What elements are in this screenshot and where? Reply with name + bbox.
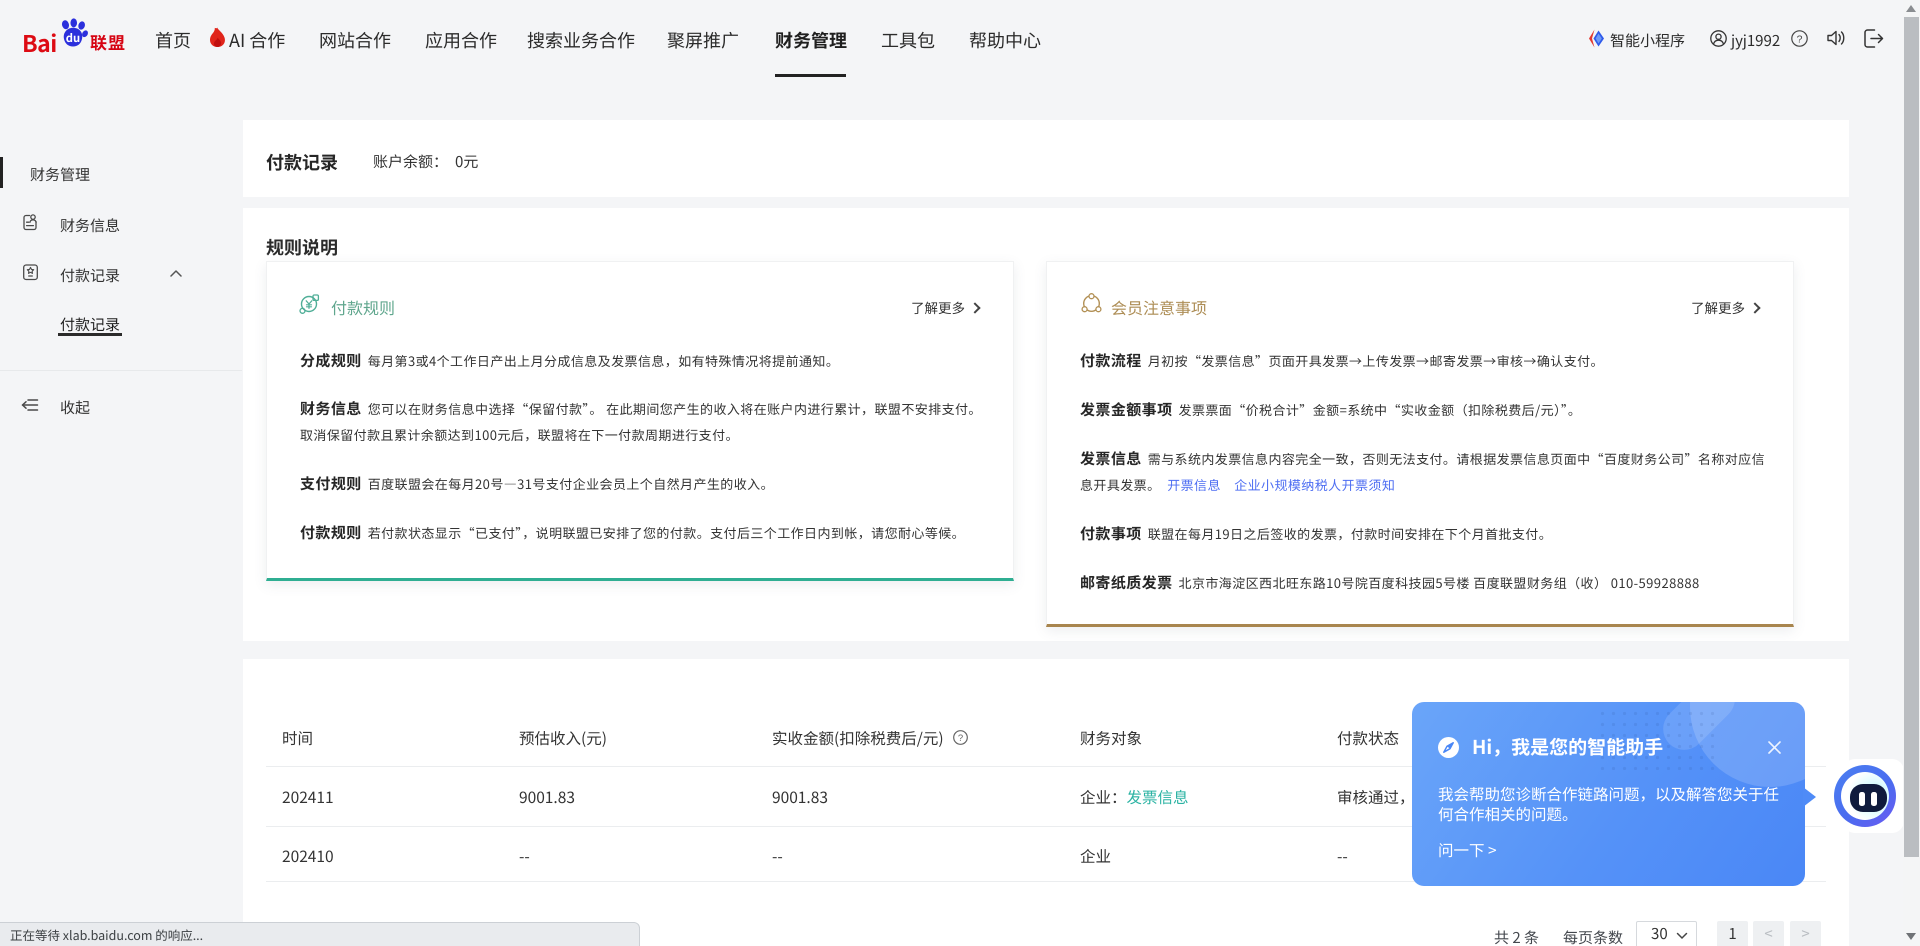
svg-text:du: du xyxy=(66,30,80,46)
svg-text:?: ? xyxy=(1797,33,1803,45)
svg-text:?: ? xyxy=(958,733,963,744)
